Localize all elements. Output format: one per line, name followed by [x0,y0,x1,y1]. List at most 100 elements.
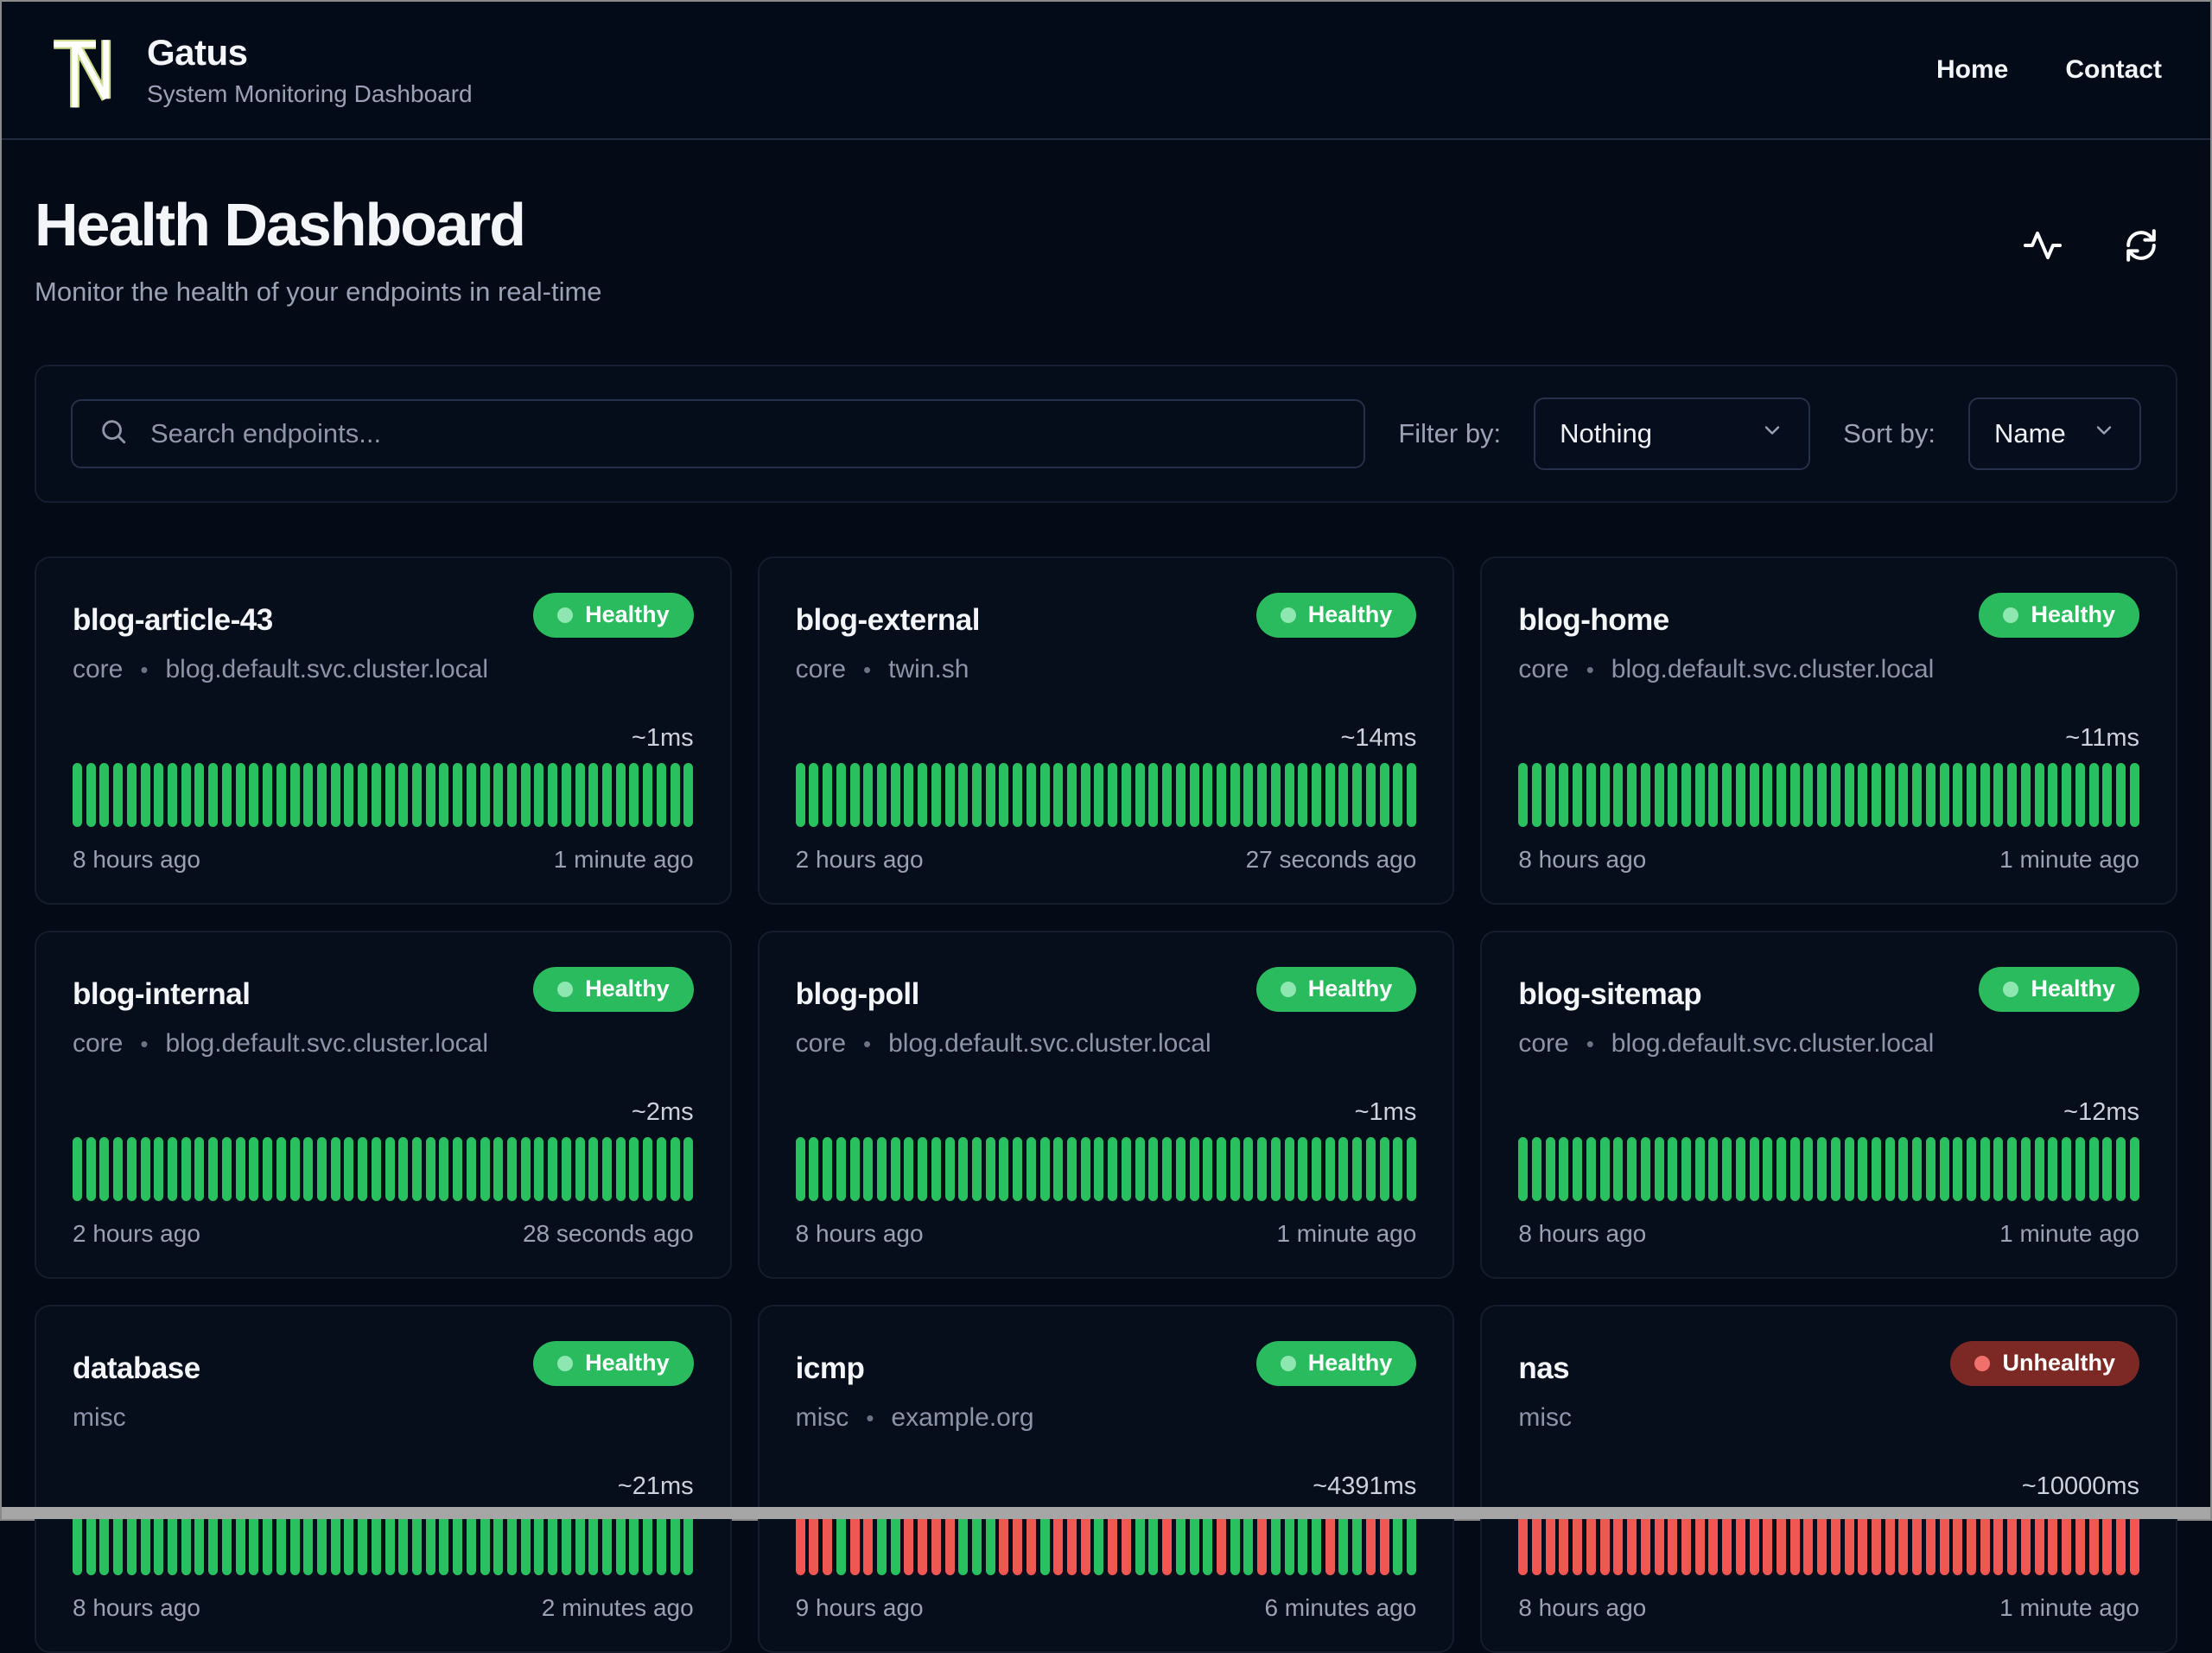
uptime-bar[interactable] [1872,1136,1882,1201]
uptime-bar[interactable] [2102,762,2113,827]
uptime-bar[interactable] [99,1136,110,1201]
endpoint-card[interactable]: nas Unhealthy misc ~10000ms 8 hours ago … [1480,1304,2177,1653]
uptime-bar[interactable] [1939,762,1949,827]
uptime-bar[interactable] [958,762,969,827]
uptime-bar[interactable] [208,1136,219,1201]
nav-link-contact[interactable]: Contact [2065,55,2162,85]
uptime-bar[interactable] [330,1136,340,1201]
uptime-bar[interactable] [561,1136,571,1201]
uptime-bar[interactable] [931,762,941,827]
uptime-bar[interactable] [999,762,1009,827]
uptime-bar[interactable] [1257,1136,1268,1201]
uptime-bar[interactable] [2102,1136,2113,1201]
uptime-bar[interactable] [385,1136,395,1201]
uptime-bar[interactable] [1545,762,1555,827]
uptime-bar[interactable] [1148,762,1159,827]
uptime-bar[interactable] [73,762,82,827]
uptime-bar[interactable] [683,762,694,827]
uptime-bar[interactable] [1393,1136,1403,1201]
uptime-bar[interactable] [1749,762,1759,827]
uptime-bar[interactable] [1013,762,1023,827]
uptime-bar[interactable] [629,762,639,827]
uptime-bar[interactable] [931,1136,941,1201]
uptime-bar[interactable] [1175,762,1185,827]
uptime-bar[interactable] [944,762,955,827]
uptime-bar[interactable] [2129,762,2139,827]
uptime-bar[interactable] [1325,1136,1335,1201]
uptime-bar[interactable] [1039,762,1050,827]
uptime-bar[interactable] [918,762,928,827]
uptime-bar[interactable] [656,762,666,827]
refresh-icon[interactable] [2120,225,2162,269]
uptime-bar[interactable] [181,1136,191,1201]
uptime-bar[interactable] [1763,762,1773,827]
uptime-bar[interactable] [1284,762,1294,827]
uptime-bar[interactable] [1108,1136,1118,1201]
uptime-bar[interactable] [1722,1136,1732,1201]
uptime-bar[interactable] [1654,762,1664,827]
uptime-bar[interactable] [126,762,137,827]
uptime-bar[interactable] [2034,762,2044,827]
uptime-bar[interactable] [1545,1136,1555,1201]
uptime-bar[interactable] [1980,1136,1990,1201]
endpoint-card[interactable]: blog-internal Healthy core • blog.defaul… [35,930,732,1279]
uptime-bar[interactable] [73,1136,82,1201]
uptime-bar[interactable] [480,1136,490,1201]
uptime-bar[interactable] [1627,1136,1637,1201]
uptime-bar[interactable] [398,1136,409,1201]
uptime-bar[interactable] [154,1136,164,1201]
uptime-bar[interactable] [1858,762,1868,827]
uptime-bar[interactable] [2088,1136,2099,1201]
uptime-bar[interactable] [181,762,191,827]
uptime-bar[interactable] [602,1136,613,1201]
uptime-bar[interactable] [2007,1136,2018,1201]
uptime-bar[interactable] [289,762,300,827]
uptime-bar[interactable] [1613,1136,1624,1201]
activity-icon[interactable] [2022,225,2063,269]
uptime-bar[interactable] [1776,1136,1786,1201]
uptime-bar[interactable] [534,762,544,827]
uptime-bar[interactable] [425,1136,435,1201]
uptime-bar[interactable] [890,1136,900,1201]
uptime-bar[interactable] [1230,1136,1240,1201]
uptime-bar[interactable] [809,762,819,827]
uptime-bar[interactable] [1613,762,1624,827]
uptime-bar[interactable] [823,762,833,827]
uptime-bar[interactable] [1243,1136,1254,1201]
uptime-bar[interactable] [1803,1136,1814,1201]
uptime-bar[interactable] [1817,1136,1827,1201]
uptime-bar[interactable] [1108,762,1118,827]
uptime-bar[interactable] [1559,762,1569,827]
uptime-bar[interactable] [1668,762,1678,827]
uptime-bar[interactable] [1311,762,1321,827]
uptime-bar[interactable] [1735,1136,1745,1201]
uptime-bar[interactable] [904,1136,914,1201]
uptime-bar[interactable] [795,1136,805,1201]
uptime-bar[interactable] [507,1136,517,1201]
uptime-bar[interactable] [221,762,232,827]
uptime-bar[interactable] [1858,1136,1868,1201]
uptime-bar[interactable] [385,762,395,827]
uptime-bar[interactable] [276,762,286,827]
uptime-bar[interactable] [876,1136,887,1201]
uptime-bar[interactable] [86,1136,96,1201]
uptime-bar[interactable] [1872,762,1882,827]
uptime-bar[interactable] [795,762,805,827]
uptime-bar[interactable] [1013,1136,1023,1201]
uptime-bar[interactable] [507,762,517,827]
uptime-bar[interactable] [958,1136,969,1201]
uptime-bar[interactable] [358,1136,368,1201]
uptime-bar[interactable] [1026,1136,1036,1201]
endpoint-card[interactable]: blog-article-43 Healthy core • blog.defa… [35,556,732,905]
uptime-bar[interactable] [656,1136,666,1201]
uptime-bar[interactable] [1789,762,1800,827]
uptime-bar[interactable] [1325,762,1335,827]
uptime-bar[interactable] [588,762,599,827]
uptime-bar[interactable] [670,1136,680,1201]
uptime-bar[interactable] [1681,1136,1691,1201]
search-input[interactable] [149,416,1338,450]
uptime-bar[interactable] [2048,1136,2058,1201]
uptime-bar[interactable] [453,762,463,827]
uptime-bar[interactable] [2062,762,2072,827]
uptime-bar[interactable] [1708,762,1719,827]
